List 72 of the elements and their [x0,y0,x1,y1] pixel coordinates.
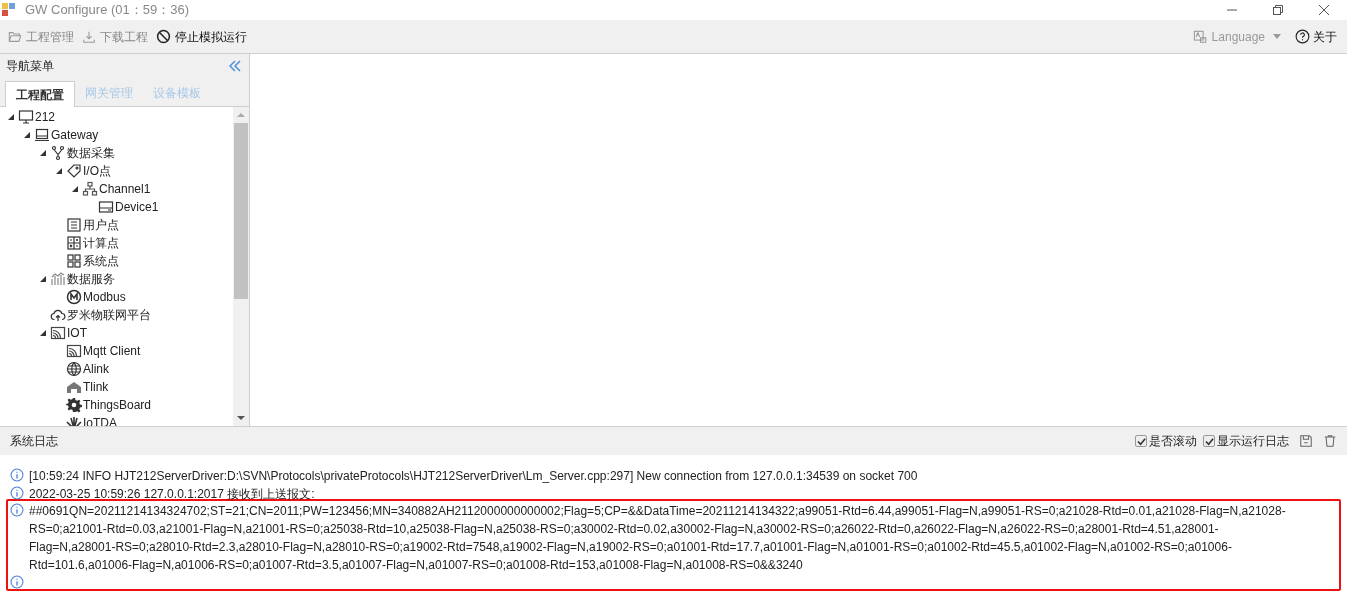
modbus-icon [66,289,82,305]
window-title: GW Configure (01：59：36) [25,1,189,20]
tree-item[interactable]: 212 [35,108,56,126]
about-button[interactable]: 关于 [1295,27,1337,46]
fork-icon [50,145,66,161]
device-icon [98,199,114,215]
tree-item[interactable]: 数据采集 [67,144,115,162]
save-icon [1299,434,1313,448]
tree-item[interactable]: 系统点 [83,252,119,270]
tree-item[interactable]: 用户点 [83,216,119,234]
app-logo-icon [2,3,16,17]
folder-icon [8,29,22,44]
tree-item[interactable]: 罗米物联网平台 [67,306,151,324]
tree-item[interactable]: ThingsBoard [83,396,152,414]
stop-icon [156,29,171,44]
cast-icon [66,343,82,359]
globe-icon [66,361,82,377]
collapse-arrow-icon[interactable] [40,276,46,282]
tree-item[interactable]: Device1 [115,198,159,216]
laptop-icon [34,127,50,143]
scrollbar[interactable] [233,107,249,426]
nav-tab[interactable]: 工程配置 [5,81,75,107]
calculator-icon [66,235,82,251]
caret-icon [1273,34,1281,39]
info-icon [10,468,24,482]
tree-item[interactable]: Modbus [83,288,126,306]
translate-icon [1192,29,1208,44]
trash-icon [1323,434,1337,448]
nav-menu-title: 导航菜单 [6,58,54,75]
collapse-panel-icon[interactable] [229,60,241,72]
close-icon [1319,5,1329,15]
checkbox[interactable] [1203,435,1215,447]
house-icon [66,379,82,395]
collapse-arrow-icon[interactable] [40,150,46,156]
collapse-arrow-icon[interactable] [72,186,78,192]
collapse-arrow-icon[interactable] [24,132,30,138]
grid-icon [66,253,82,269]
tree-item[interactable]: Tlink [83,378,109,396]
gear-icon [66,397,82,413]
info-icon [10,575,24,589]
bar-chart-icon [50,271,66,287]
info-icon [10,486,24,500]
collapse-arrow-icon[interactable] [40,330,46,336]
checkbox-label: 显示运行日志 [1217,433,1289,450]
collapse-arrow-icon[interactable] [8,114,14,120]
info-icon [10,503,24,517]
tree-item[interactable]: Channel1 [99,180,151,198]
cast-icon [50,325,66,341]
list-icon [66,217,82,233]
tree-item[interactable]: IOT [67,324,87,342]
tag-icon [66,163,82,179]
log-entry: [10:59:24 INFO HJT212ServerDriver:D:\SVN\Protocols\privateProtocols\HJT212ServerDriver\Lm_Server.cpp:297] New connection from 127.0.0.1:34539 on socket 700 [29,468,918,485]
monitor-icon [18,109,34,125]
tree-item[interactable]: 计算点 [83,234,119,252]
checkbox[interactable] [1135,435,1147,447]
log-entry: ##0691QN=20211214134324702;ST=21;CN=2011;PW=123456;MN=340882AH2112000000000002;Flag=5;CP=&&DataTime=20211214134322;a99051-Rtd=6.44,a99051-Flag=N,a99051-RS=0;a21028-Rtd=0.01,a21028-Flag=N,a21028-RS=0;a21001-Rtd=0.03,a21001-Flag=N,a21001-RS=0;a25038-Rtd=10,a25038-Flag=N,a25038-RS=0;a30002-Rtd=0.02,a30002-Flag=N,a30002-RS=0;a26022-Rtd=0,a26022-Flag=N,a26022-RS=0;a28001-Rtd=4.51,a28001-Flag=N,a28001-RS=0;a28010-Rtd=2.3,a28010-Flag=N,a28010-RS=0;a19002-Rtd=7548,a19002-Flag=N,a19002-RS=0;a01001-Rtd=17.7,a01001-Flag=N,a01001-RS=0;a01002-Rtd=45.5,a01002-Flag=N,a01002-RS=0;a01006-Rtd=101.6,a01006-Flag=N,a01006-RS=0;a01007-Rtd=3.5,a01007-Flag=N,a01007-RS=0;a01008-Rtd=153,a01008-Flag=N,a01008-RS=0&&3240 [29,503,1287,574]
log-entry: 2022-03-25 10:59:26 127.0.0.1:2017 接收到上送报文: [29,486,315,503]
download-icon [82,29,96,44]
help-icon [1295,29,1310,44]
cloud-upload-icon [50,307,66,323]
scroll-down-icon[interactable] [237,416,245,420]
tree-item[interactable]: Gateway [51,126,99,144]
tree-item[interactable]: Alink [83,360,109,378]
tree-item[interactable]: 数据服务 [67,270,115,288]
checkbox-label: 是否滚动 [1149,433,1197,450]
network-icon [82,181,98,197]
collapse-arrow-icon[interactable] [56,168,62,174]
restore-icon [1273,5,1283,15]
tree-item[interactable]: I/O点 [83,162,111,180]
tree-item[interactable]: Mqtt Client [83,342,141,360]
toolbar-button[interactable]: 停止模拟运行 [156,27,247,46]
log-title: 系统日志 [10,433,58,450]
